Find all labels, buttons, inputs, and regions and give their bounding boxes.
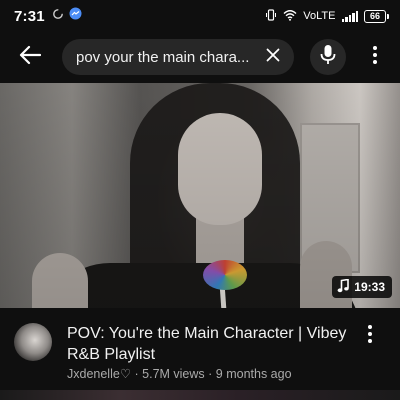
meta-separator: · — [131, 367, 143, 381]
meta-separator: · — [204, 367, 216, 381]
arrow-back-icon — [19, 45, 42, 70]
music-note-icon — [337, 278, 350, 296]
microphone-icon — [320, 44, 336, 71]
more-vert-icon — [367, 324, 373, 349]
channel-avatar[interactable] — [14, 323, 52, 361]
signal-icon — [341, 10, 358, 22]
status-left-icons — [52, 7, 82, 25]
clear-search-button[interactable] — [264, 48, 282, 66]
status-bar: 7:31 VoLTE 66 — [0, 0, 400, 32]
thumbnail-overlay — [0, 83, 400, 308]
close-icon — [266, 48, 280, 67]
wifi-icon — [283, 9, 297, 24]
messenger-icon — [69, 7, 82, 25]
search-query-text: pov your the main chara... — [76, 48, 250, 66]
video-meta: POV: You're the Main Character | Vibey R… — [0, 308, 400, 388]
video-more-button[interactable] — [362, 324, 378, 348]
view-count: 5.7M views — [142, 367, 205, 381]
next-video-thumbnail-peek[interactable] — [0, 390, 400, 400]
sync-icon — [52, 7, 64, 25]
duration-badge: 19:33 — [332, 276, 392, 298]
video-title[interactable]: POV: You're the Main Character | Vibey R… — [67, 323, 347, 365]
back-button[interactable] — [16, 44, 44, 70]
search-input[interactable]: pov your the main chara... — [62, 39, 294, 75]
status-right: VoLTE 66 — [265, 8, 389, 24]
upload-age: 9 months ago — [215, 367, 292, 381]
search-header: pov your the main chara... — [0, 32, 400, 82]
battery-icon: 66 — [364, 9, 389, 23]
more-options-button[interactable] — [366, 44, 384, 70]
video-subtitle: Jxdenelle♡ · 5.7M views · 9 months ago — [67, 366, 292, 381]
vibrate-icon — [265, 8, 277, 24]
channel-name[interactable]: Jxdenelle♡ — [67, 367, 131, 381]
status-time: 7:31 — [14, 7, 45, 25]
video-duration: 19:33 — [354, 280, 385, 294]
network-label: VoLTE — [303, 10, 336, 22]
more-vert-icon — [372, 45, 378, 70]
voice-search-button[interactable] — [310, 39, 346, 75]
video-thumbnail[interactable]: 19:33 — [0, 83, 400, 308]
battery-level: 66 — [369, 11, 380, 21]
